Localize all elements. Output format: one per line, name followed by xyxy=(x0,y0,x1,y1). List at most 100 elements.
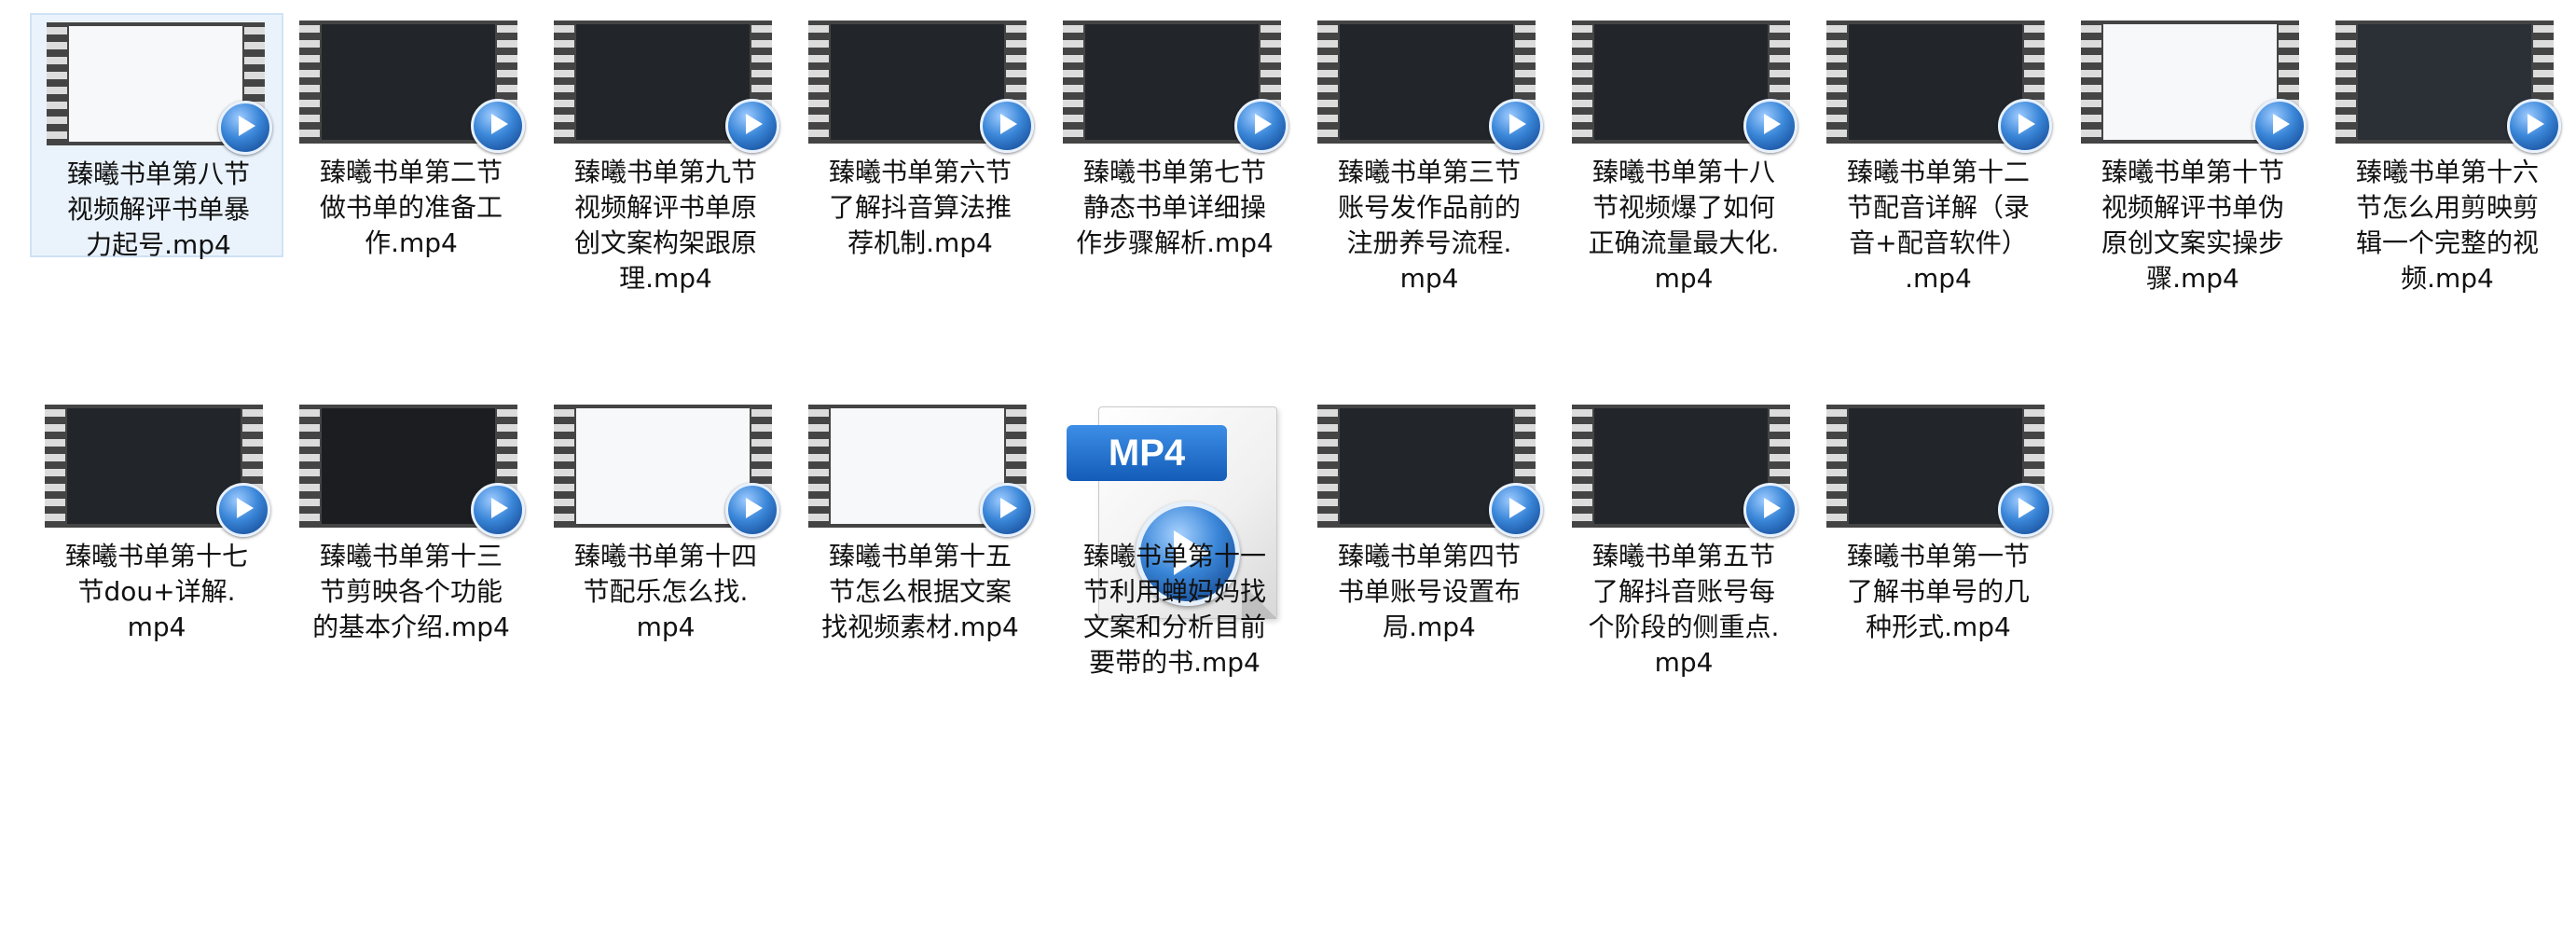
file-name: 臻曦书单第一节 了解书单号的几 种形式.mp4 xyxy=(1846,541,2030,642)
video-thumbnail xyxy=(1063,21,1288,153)
filmstrip-holes xyxy=(1826,21,1847,144)
thumbnail-preview xyxy=(831,24,1004,140)
file-item[interactable]: 臻曦书单第十三 节剪映各个功能 的基本介绍.mp4 xyxy=(284,397,538,642)
thumbnail-preview xyxy=(1594,24,1768,140)
filmstrip-holes xyxy=(1572,21,1592,144)
play-icon xyxy=(1743,483,1798,537)
file-name: 臻曦书单第七节 静态书单详细操 作步骤解析.mp4 xyxy=(1076,157,1274,258)
file-name: 臻曦书单第三节 账号发作品前的 注册养号流程. mp4 xyxy=(1337,157,1521,294)
file-name: 臻曦书单第十一 节利用蝉妈妈找 文案和分析目前 要带的书.mp4 xyxy=(1082,541,1266,678)
file-name: 臻曦书单第五节 了解抖音账号每 个阶段的侧重点. mp4 xyxy=(1588,541,1780,678)
file-item[interactable]: 臻曦书单第十七 节dou+详解. mp4 xyxy=(30,397,283,642)
video-thumbnail xyxy=(2081,21,2307,153)
thumbnail-preview xyxy=(1849,408,2022,524)
file-item[interactable]: 臻曦书单第十节 视频解评书单伪 原创文案实操步 骤.mp4 xyxy=(2066,13,2320,294)
filmstrip-holes xyxy=(808,405,829,528)
thumbnail-preview xyxy=(1340,24,1513,140)
video-thumbnail xyxy=(808,405,1034,537)
thumbnail-preview xyxy=(2103,24,2277,140)
filmstrip-holes xyxy=(1317,21,1338,144)
file-item[interactable]: 臻曦书单第二节 做书单的准备工 作.mp4 xyxy=(284,13,538,258)
file-name: 臻曦书单第十八 节视频爆了如何 正确流量最大化. mp4 xyxy=(1588,157,1780,294)
play-icon xyxy=(471,483,525,537)
video-thumbnail xyxy=(554,405,779,537)
video-thumbnail xyxy=(2335,21,2561,153)
file-name: 臻曦书单第十三 节剪映各个功能 的基本介绍.mp4 xyxy=(312,541,510,642)
file-grid: 臻曦书单第八节 视频解评书单暴 力起号.mp4 臻曦书单第二节 做书单的准备工 作… xyxy=(0,0,2576,935)
video-thumbnail xyxy=(554,21,779,153)
file-item[interactable]: 臻曦书单第三节 账号发作品前的 注册养号流程. mp4 xyxy=(1302,13,1556,294)
file-name: 臻曦书单第二节 做书单的准备工 作.mp4 xyxy=(319,157,503,258)
thumbnail-preview xyxy=(831,408,1004,524)
thumbnail-preview xyxy=(1085,24,1259,140)
file-name: 臻曦书单第十节 视频解评书单伪 原创文案实操步 骤.mp4 xyxy=(2101,157,2284,294)
filmstrip-holes xyxy=(808,21,829,144)
mp4-badge: MP4 xyxy=(1067,425,1227,481)
filmstrip-holes xyxy=(1826,405,1847,528)
play-icon xyxy=(980,483,1034,537)
filmstrip-holes xyxy=(299,21,320,144)
thumbnail-preview xyxy=(1594,408,1768,524)
file-name: 臻曦书单第十四 节配乐怎么找. mp4 xyxy=(573,541,757,642)
video-thumbnail xyxy=(299,405,525,537)
file-name: 臻曦书单第四节 书单账号设置布 局.mp4 xyxy=(1337,541,1521,642)
thumbnail-preview xyxy=(576,24,750,140)
video-thumbnail xyxy=(1572,405,1798,537)
file-item[interactable]: 臻曦书单第九节 视频解评书单原 创文案构架跟原 理.mp4 xyxy=(539,13,792,294)
video-thumbnail xyxy=(1317,405,1543,537)
file-item[interactable]: 臻曦书单第八节 视频解评书单暴 力起号.mp4 xyxy=(30,13,283,260)
play-icon xyxy=(216,483,270,537)
filmstrip-holes xyxy=(1317,405,1338,528)
thumbnail-preview xyxy=(1340,408,1513,524)
play-icon xyxy=(2507,99,2561,153)
play-icon xyxy=(1489,483,1543,537)
file-name: 臻曦书单第九节 视频解评书单原 创文案构架跟原 理.mp4 xyxy=(573,157,757,294)
play-icon xyxy=(471,99,525,153)
video-thumbnail xyxy=(808,21,1034,153)
file-item[interactable]: 臻曦书单第十五 节怎么根据文案 找视频素材.mp4 xyxy=(793,397,1047,642)
thumbnail-preview xyxy=(576,408,750,524)
play-icon xyxy=(1998,99,2052,153)
file-item[interactable]: 臻曦书单第十二 节配音详解（录 音+配音软件） .mp4 xyxy=(1811,13,2065,294)
play-icon xyxy=(218,101,272,155)
video-thumbnail xyxy=(1826,405,2052,537)
file-item[interactable]: 臻曦书单第十八 节视频爆了如何 正确流量最大化. mp4 xyxy=(1557,13,1811,294)
play-icon xyxy=(980,99,1034,153)
file-item[interactable]: MP4 臻曦书单第十一 节利用蝉妈妈找 文案和分析目前 要带的书.mp4 xyxy=(1048,397,1302,678)
play-icon xyxy=(2252,99,2307,153)
video-thumbnail xyxy=(45,405,270,537)
thumbnail-preview xyxy=(67,408,241,524)
play-icon xyxy=(725,483,779,537)
video-thumbnail xyxy=(1572,21,1798,153)
filmstrip-holes xyxy=(554,405,574,528)
filmstrip-holes xyxy=(1063,21,1083,144)
file-item[interactable]: 臻曦书单第七节 静态书单详细操 作步骤解析.mp4 xyxy=(1048,13,1302,258)
file-item[interactable]: 臻曦书单第十六 节怎么用剪映剪 辑一个完整的视 频.mp4 xyxy=(2321,13,2574,294)
thumbnail-preview xyxy=(1849,24,2022,140)
filmstrip-holes xyxy=(299,405,320,528)
filmstrip-holes xyxy=(1572,405,1592,528)
file-name: 臻曦书单第十七 节dou+详解. mp4 xyxy=(64,541,248,642)
file-item[interactable]: 臻曦书单第六节 了解抖音算法推 荐机制.mp4 xyxy=(793,13,1047,258)
file-item[interactable]: 臻曦书单第十四 节配乐怎么找. mp4 xyxy=(539,397,792,642)
file-name: 臻曦书单第十五 节怎么根据文案 找视频素材.mp4 xyxy=(821,541,1019,642)
thumbnail-preview xyxy=(2358,24,2531,140)
video-thumbnail xyxy=(1317,21,1543,153)
video-thumbnail xyxy=(299,21,525,153)
file-name: 臻曦书单第十六 节怎么用剪映剪 辑一个完整的视 频.mp4 xyxy=(2355,157,2539,294)
filmstrip-holes xyxy=(45,405,65,528)
thumbnail-preview xyxy=(322,24,495,140)
thumbnail-preview xyxy=(69,26,242,142)
video-thumbnail xyxy=(47,22,272,155)
video-thumbnail xyxy=(1826,21,2052,153)
file-item[interactable]: 臻曦书单第一节 了解书单号的几 种形式.mp4 xyxy=(1811,397,2065,642)
play-icon xyxy=(1489,99,1543,153)
file-name: 臻曦书单第八节 视频解评书单暴 力起号.mp4 xyxy=(66,158,250,260)
file-item[interactable]: 臻曦书单第五节 了解抖音账号每 个阶段的侧重点. mp4 xyxy=(1557,397,1811,678)
filmstrip-holes xyxy=(2081,21,2101,144)
file-item[interactable]: 臻曦书单第四节 书单账号设置布 局.mp4 xyxy=(1302,397,1556,642)
file-name: 臻曦书单第六节 了解抖音算法推 荐机制.mp4 xyxy=(828,157,1012,258)
filmstrip-holes xyxy=(47,22,67,145)
thumbnail-preview xyxy=(322,408,495,524)
play-icon xyxy=(1743,99,1798,153)
